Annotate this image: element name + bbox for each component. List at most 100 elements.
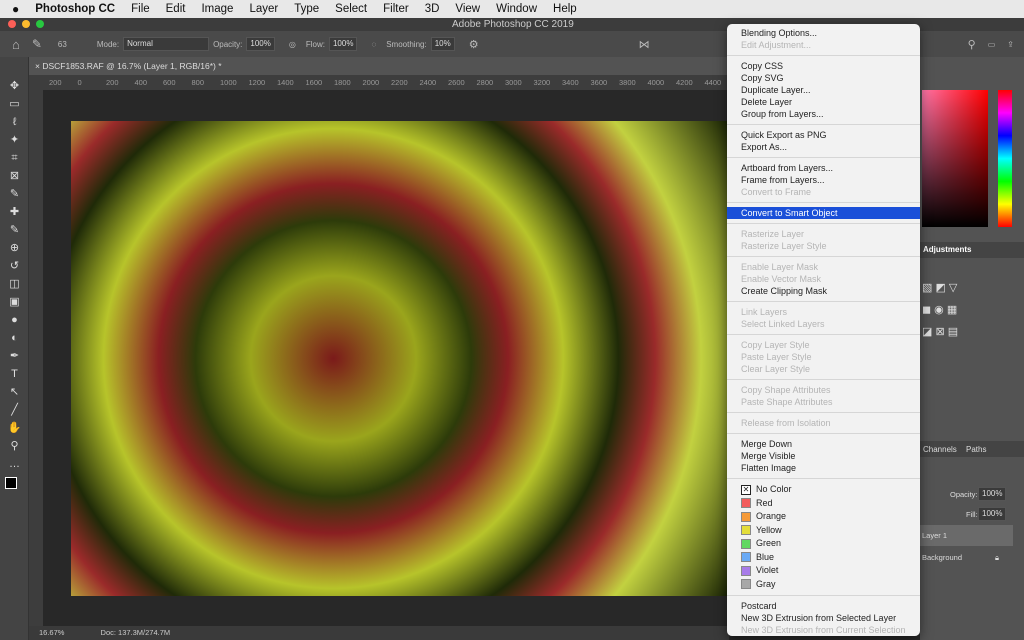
menu-file[interactable]: File <box>131 3 150 15</box>
search-icon[interactable]: ⚲ <box>968 38 976 51</box>
menu-item-postcard[interactable]: Postcard <box>727 600 920 612</box>
color-label-yellow[interactable]: Yellow <box>727 524 920 538</box>
menu-item-copy-css[interactable]: Copy CSS <box>727 60 920 72</box>
apple-icon[interactable]: ● <box>12 2 19 16</box>
airbrush-icon[interactable]: ◌ <box>371 40 376 49</box>
hue-slider[interactable] <box>998 90 1012 227</box>
adjustments-tab[interactable]: Adjustments <box>923 245 971 254</box>
ruler-tick: 3000 <box>505 78 522 87</box>
document-tab[interactable]: × DSCF1853.RAF @ 16.7% (Layer 1, RGB/16*… <box>29 57 729 75</box>
foreground-color-swatch[interactable] <box>5 477 17 489</box>
image-canvas[interactable] <box>71 121 727 596</box>
gear-icon[interactable]: ⚙ <box>469 38 479 51</box>
menu-view[interactable]: View <box>455 3 480 15</box>
color-label-text: Orange <box>756 511 787 521</box>
menu-item-export-as[interactable]: Export As... <box>727 141 920 153</box>
menu-item-flatten-image[interactable]: Flatten Image <box>727 462 920 474</box>
ruler-tick: 600 <box>163 78 176 87</box>
menu-type[interactable]: Type <box>294 3 319 15</box>
crop-tool[interactable]: ⌗ <box>0 149 29 167</box>
healing-tool[interactable]: ✚ <box>0 203 29 221</box>
menu-help[interactable]: Help <box>553 3 577 15</box>
menu-item-blending-options[interactable]: Blending Options... <box>727 27 920 39</box>
shape-tool[interactable]: ╱ <box>0 401 29 419</box>
tab-paths[interactable]: Paths <box>966 445 986 454</box>
smoothing-input[interactable]: 10% <box>430 37 455 51</box>
stamp-tool[interactable]: ⊕ <box>0 239 29 257</box>
fill-input[interactable]: 100% <box>978 507 1007 521</box>
pen-tool[interactable]: ✒ <box>0 347 29 365</box>
color-field[interactable] <box>922 90 988 227</box>
zoom-button[interactable] <box>36 20 44 28</box>
menu-item-quick-export-as-png[interactable]: Quick Export as PNG <box>727 129 920 141</box>
close-button[interactable] <box>8 20 16 28</box>
menu-item-duplicate-layer[interactable]: Duplicate Layer... <box>727 84 920 96</box>
opacity-input[interactable]: 100% <box>246 37 275 51</box>
eraser-tool[interactable]: ◫ <box>0 275 29 293</box>
layer-opacity-input[interactable]: 100% <box>978 487 1007 501</box>
brush-size[interactable]: 63 <box>58 40 67 49</box>
ruler-tick: 800 <box>191 78 205 87</box>
blur-tool[interactable]: ● <box>0 311 29 329</box>
color-label-gray[interactable]: Gray <box>727 578 920 592</box>
adjustment-icons[interactable]: ▧ ◩ ▽ ◼ ◉ ▦ ◪ ⊠ ▤ <box>922 277 958 343</box>
menu-item-merge-visible[interactable]: Merge Visible <box>727 450 920 462</box>
history-brush-tool[interactable]: ↺ <box>0 257 29 275</box>
menu-select[interactable]: Select <box>335 3 367 15</box>
move-tool[interactable]: ✥ <box>0 77 29 95</box>
dodge-tool[interactable]: ◐ <box>0 329 29 347</box>
eyedropper-tool[interactable]: ✎ <box>0 185 29 203</box>
hand-tool[interactable]: ✋ <box>0 419 29 437</box>
lasso-tool[interactable]: ℓ <box>0 113 29 131</box>
color-label-green[interactable]: Green <box>727 537 920 551</box>
zoom-level[interactable]: 16.67% <box>39 628 64 637</box>
menu-edit[interactable]: Edit <box>166 3 186 15</box>
more-tool[interactable]: … <box>0 455 29 473</box>
menu-item-clear-layer-style: Clear Layer Style <box>741 364 811 374</box>
type-tool[interactable]: T <box>0 365 29 383</box>
color-label-blue[interactable]: Blue <box>727 551 920 565</box>
brush-icon[interactable]: ✎ <box>32 37 42 51</box>
zoom-tool[interactable]: ⚲ <box>0 437 29 455</box>
ruler-tick: 200 <box>49 78 62 87</box>
menu-app[interactable]: Photoshop CC <box>35 3 115 15</box>
menu-item-artboard-from-layers[interactable]: Artboard from Layers... <box>727 162 920 174</box>
brush-tool[interactable]: ✎ <box>0 221 29 239</box>
menu-3d[interactable]: 3D <box>425 3 440 15</box>
menu-item-delete-layer[interactable]: Delete Layer <box>727 96 920 108</box>
mode-select[interactable]: Normal <box>123 37 210 51</box>
menu-item-create-clipping-mask[interactable]: Create Clipping Mask <box>727 285 920 297</box>
color-label-no-color[interactable]: ✕ No Color <box>727 483 920 497</box>
menu-item-convert-to-smart-object[interactable]: Convert to Smart Object <box>727 207 920 219</box>
gradient-tool[interactable]: ▣ <box>0 293 29 311</box>
frame-tool[interactable]: ⊠ <box>0 167 29 185</box>
menu-item-rasterize-layer: Rasterize Layer <box>741 229 805 239</box>
menu-item-frame-from-layers[interactable]: Frame from Layers... <box>727 174 920 186</box>
layer-row-background[interactable]: Background 🔒︎ <box>920 547 1013 568</box>
menu-layer[interactable]: Layer <box>249 3 278 15</box>
flow-input[interactable]: 100% <box>328 37 358 51</box>
menu-item-merge-down[interactable]: Merge Down <box>727 438 920 450</box>
marquee-tool[interactable]: ▭ <box>0 95 29 113</box>
workspace-icon[interactable]: ▭ <box>988 40 996 49</box>
layer-row-layer-1[interactable]: Layer 1 <box>920 525 1013 546</box>
menu-item-copy-svg[interactable]: Copy SVG <box>727 72 920 84</box>
color-label-red[interactable]: Red <box>727 497 920 511</box>
ruler-tick: 1000 <box>220 78 237 87</box>
path-select-tool[interactable]: ↖ <box>0 383 29 401</box>
share-icon[interactable]: ⇪ <box>1007 40 1014 49</box>
magic-wand-tool[interactable]: ✦ <box>0 131 29 149</box>
color-label-orange[interactable]: Orange <box>727 510 920 524</box>
menu-filter[interactable]: Filter <box>383 3 409 15</box>
menu-item-group-from-layers[interactable]: Group from Layers... <box>727 108 920 120</box>
menu-item-new-3d-extrusion-from-selected-layer[interactable]: New 3D Extrusion from Selected Layer <box>727 612 920 624</box>
minimize-button[interactable] <box>22 20 30 28</box>
doc-size[interactable]: Doc: 137.3M/274.7M <box>101 628 171 637</box>
symmetry-icon[interactable]: ⋈ <box>639 38 650 51</box>
pressure-opacity-icon[interactable]: ◎ <box>289 40 296 49</box>
color-label-violet[interactable]: Violet <box>727 564 920 578</box>
menu-image[interactable]: Image <box>201 3 233 15</box>
menu-window[interactable]: Window <box>496 3 537 15</box>
tab-channels[interactable]: Channels <box>923 445 957 454</box>
home-icon[interactable]: ⌂ <box>12 37 20 52</box>
